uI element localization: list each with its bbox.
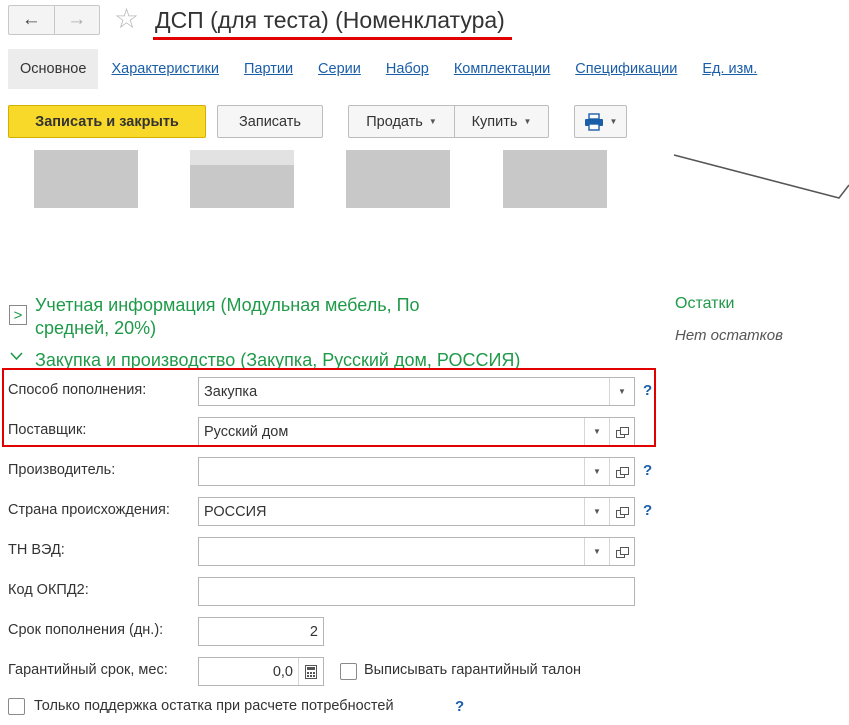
warranty-value: 0,0 (272, 663, 293, 680)
warranty-ticket-checkbox[interactable] (340, 663, 357, 680)
sell-button[interactable]: Продать ▼ (349, 106, 455, 137)
okpd2-label: Код ОКПД2: (8, 582, 89, 598)
dropdown-chevron-icon[interactable]: ▼ (584, 458, 609, 485)
replenishment-term-input[interactable]: 2 (198, 617, 324, 646)
forward-button[interactable]: → (53, 6, 100, 34)
save-button[interactable]: Записать (217, 105, 323, 138)
tab-bar: Основное Характеристики Партии Серии Наб… (8, 48, 757, 90)
title-highlight-underline (153, 37, 512, 40)
open-window-icon (616, 506, 629, 518)
replenishment-term-value: 2 (309, 623, 318, 640)
tab-batches[interactable]: Партии (244, 61, 293, 77)
image-placeholder (190, 150, 294, 208)
back-arrow-icon: ← (21, 9, 41, 30)
dropdown-chevron-icon[interactable]: ▼ (584, 498, 609, 525)
print-button[interactable]: ▼ (574, 105, 627, 138)
warranty-ticket-label: Выписывать гарантийный талон (364, 662, 582, 678)
calculator-icon (305, 664, 317, 679)
section-accounting-title[interactable]: Учетная информация (Модульная мебель, По… (35, 294, 420, 340)
tab-main[interactable]: Основное (8, 49, 99, 89)
stock-support-label: Только поддержка остатка при расчете пот… (34, 698, 394, 714)
open-button[interactable] (609, 458, 634, 485)
forward-arrow-icon: → (67, 9, 87, 30)
open-button[interactable] (609, 498, 634, 525)
help-icon[interactable]: ? (643, 502, 652, 519)
image-placeholder (34, 150, 138, 208)
save-and-close-button[interactable]: Записать и закрыть (8, 105, 206, 138)
tab-specifications[interactable]: Спецификации (575, 61, 677, 77)
sell-buy-group: Продать ▼ Купить ▼ (348, 105, 549, 138)
favorite-star-icon[interactable]: ☆ (114, 4, 139, 34)
tn-ved-value (199, 538, 584, 565)
open-window-icon (616, 466, 629, 478)
tab-kits[interactable]: Комплектации (454, 61, 550, 77)
expand-accounting-button[interactable]: > (9, 305, 27, 325)
dropdown-chevron-icon[interactable]: ▼ (584, 538, 609, 565)
page-title: ДСП (для теста) (Номенклатура) (155, 7, 505, 33)
chevron-down-icon: ▼ (609, 117, 618, 126)
decorative-line (673, 154, 849, 199)
open-window-icon (616, 546, 629, 558)
buy-button[interactable]: Купить ▼ (455, 106, 548, 137)
country-field[interactable]: РОССИЯ ▼ (198, 497, 635, 526)
tab-units[interactable]: Ед. изм. (702, 61, 757, 77)
country-label: Страна происхождения: (8, 502, 170, 518)
country-value: РОССИЯ (204, 503, 267, 520)
chevron-down-icon: ▼ (428, 117, 437, 126)
image-placeholder (346, 150, 450, 208)
back-button[interactable]: ← (9, 6, 54, 34)
okpd2-input[interactable] (198, 577, 635, 606)
replenishment-term-label: Срок пополнения (дн.): (8, 622, 164, 638)
section-accounting-line1: Учетная информация (Модульная мебель, По (35, 295, 420, 315)
warranty-input[interactable]: 0,0 (198, 657, 324, 686)
help-icon[interactable]: ? (455, 698, 464, 715)
open-button[interactable] (609, 538, 634, 565)
tab-characteristics[interactable]: Характеристики (111, 61, 219, 77)
section-accounting-line2: средней, 20%) (35, 318, 157, 338)
tab-series[interactable]: Серии (318, 61, 361, 77)
buy-label: Купить (471, 113, 518, 130)
chevron-down-icon[interactable] (10, 348, 23, 364)
manufacturer-value (199, 458, 584, 485)
stock-panel-title: Остатки (675, 295, 735, 312)
stock-empty-text: Нет остатков (675, 327, 783, 344)
calculator-button[interactable] (298, 658, 323, 685)
warranty-label: Гарантийный срок, мес: (8, 662, 168, 678)
printer-icon (584, 112, 603, 131)
image-placeholder (503, 150, 607, 208)
okpd2-value (199, 578, 634, 605)
chevron-right-icon: > (13, 306, 23, 324)
tab-set[interactable]: Набор (386, 61, 429, 77)
history-nav: ← → (8, 5, 100, 35)
highlight-frame (2, 368, 656, 447)
manufacturer-field[interactable]: ▼ (198, 457, 635, 486)
chevron-down-icon: ▼ (523, 117, 532, 126)
manufacturer-label: Производитель: (8, 462, 116, 478)
sell-label: Продать (366, 113, 423, 130)
stock-support-checkbox[interactable] (8, 698, 25, 715)
help-icon[interactable]: ? (643, 462, 652, 479)
tn-ved-label: ТН ВЭД: (8, 542, 65, 558)
tn-ved-field[interactable]: ▼ (198, 537, 635, 566)
